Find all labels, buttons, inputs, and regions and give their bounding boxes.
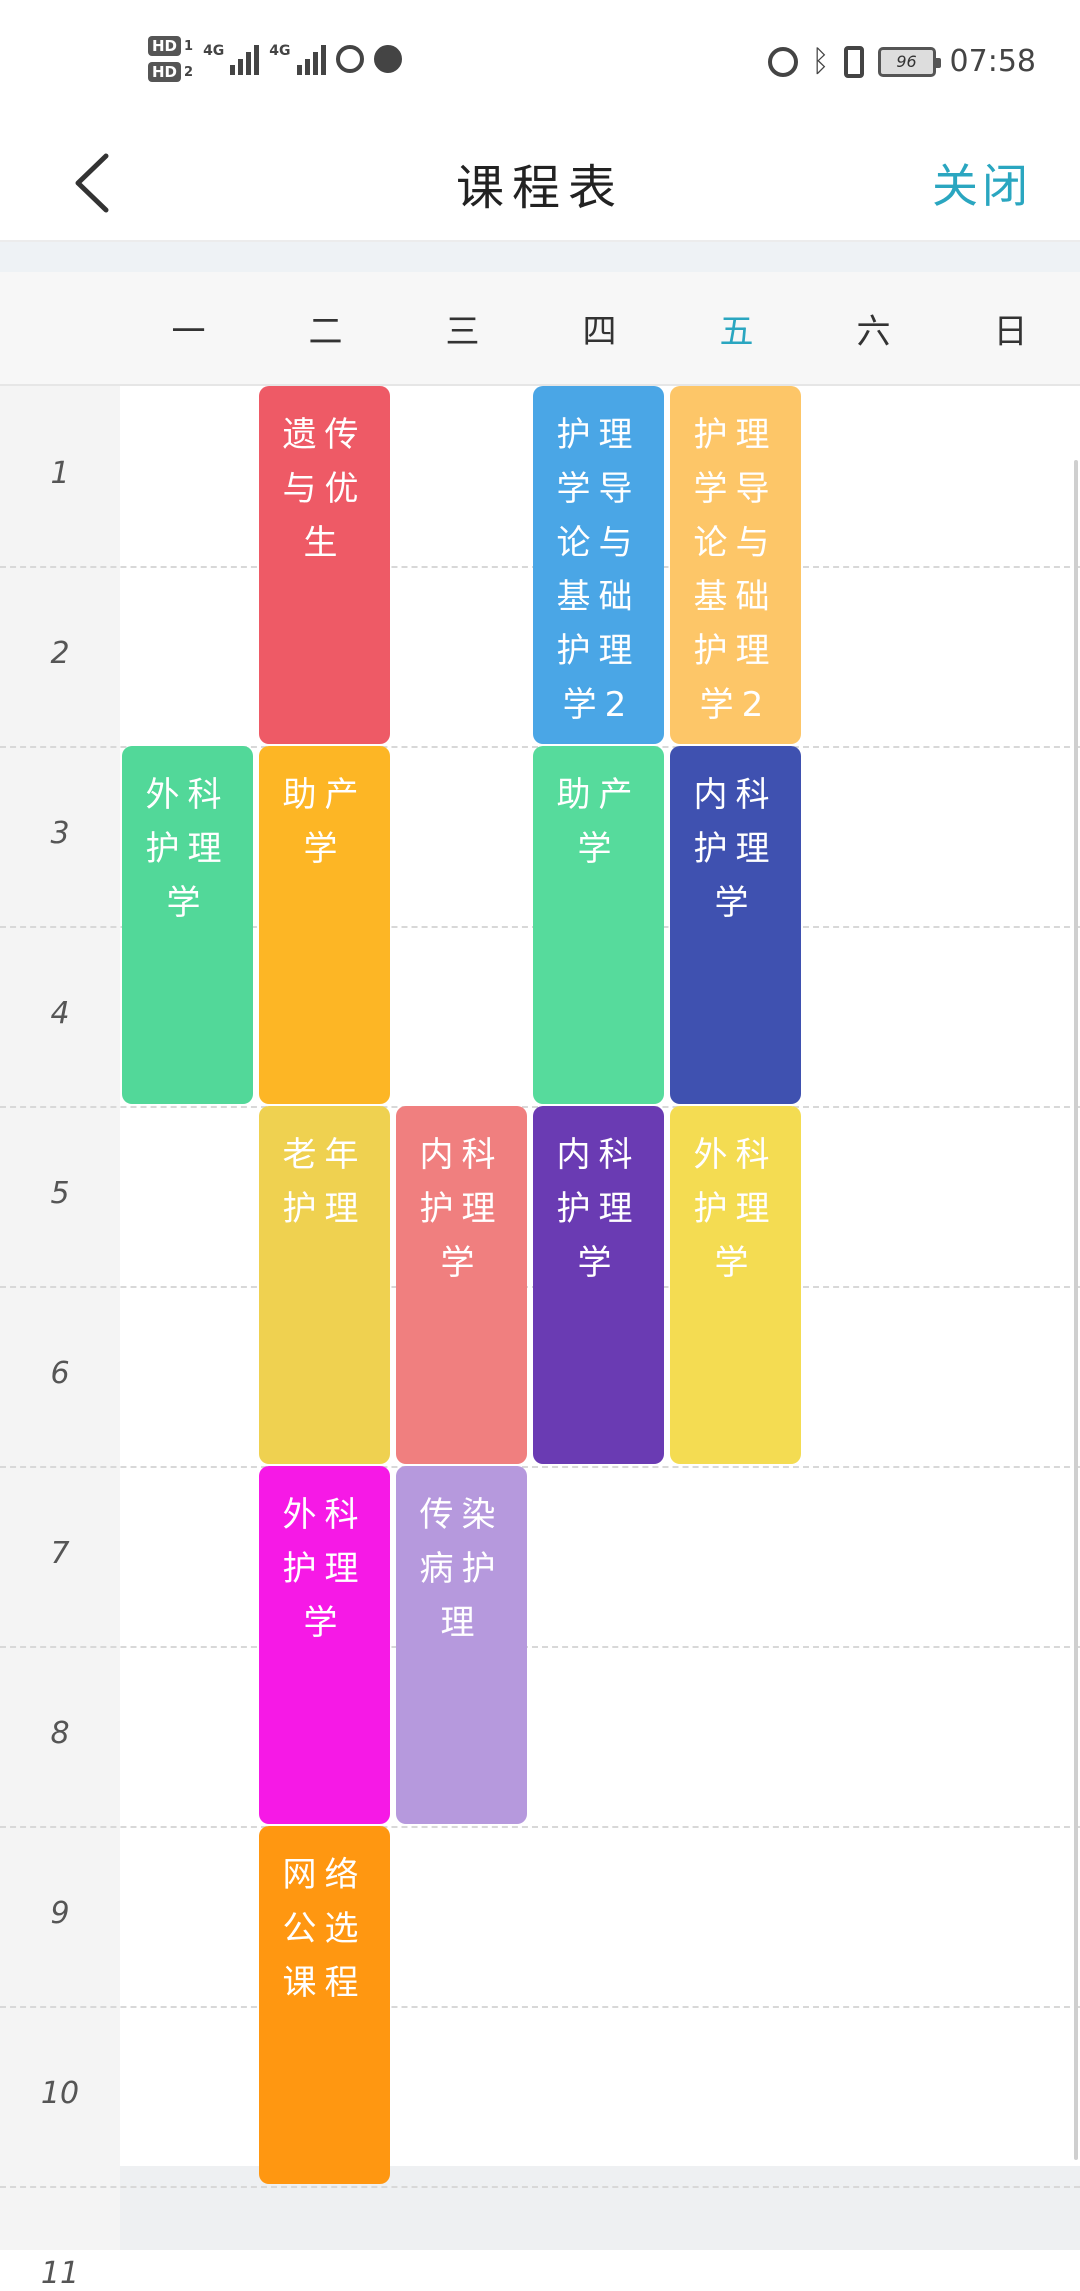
signal-icon: 4G [203,43,260,75]
course-name: 老年护理 [282,1135,367,1229]
course-name: 助产学 [282,775,367,869]
period-number: 2 [50,636,70,671]
course-name: 外科护理学 [693,1135,778,1283]
vibrate-icon [843,45,864,78]
status-time: 07:58 [949,44,1036,79]
grid-line [0,1646,1080,1648]
period-number: 8 [50,1716,70,1751]
course-block[interactable]: 外科护理学 [122,746,253,1104]
period-number: 3 [50,816,70,851]
hd2-badge: HD [148,62,182,82]
signal-icon-2: 4G [269,43,326,75]
battery-icon: 96 [877,46,941,77]
weekday-5: 五 [719,312,754,352]
weekday-header: 一二三四五六日 [0,272,1080,386]
page-title: 课程表 [455,160,624,216]
course-name: 遗传与优生 [282,415,367,563]
weekday-4: 四 [582,312,617,352]
period-number: 7 [50,1536,70,1571]
grid-line [0,2006,1080,2008]
hd1-indicator: HD 1 [148,36,193,56]
status-bar: HD 1 HD 2 4G 4G ᛒ 96 07:58 [0,0,1080,130]
course-name: 护理学导论与基础护理学2 [693,415,778,725]
hd1-number: 1 [184,38,194,54]
course-name: 外科护理学 [282,1495,367,1643]
grid-line [0,1466,1080,1468]
course-name: 网络公选课程 [282,1855,367,2003]
weekday-1: 一 [171,312,206,352]
header-divider-band [0,242,1080,272]
course-block[interactable]: 内科护理学 [533,1106,664,1464]
bluetooth-icon: ᛒ [811,43,830,79]
course-name: 外科护理学 [145,775,230,923]
netease-icon [335,45,364,73]
course-block[interactable]: 网络公选课程 [259,1826,390,2184]
period-number: 10 [40,2076,80,2111]
course-block[interactable]: 助产学 [533,746,664,1104]
grid-line [0,1826,1080,1828]
course-name: 内科护理学 [693,775,778,923]
period-number: 9 [50,1896,70,1931]
course-block[interactable]: 外科护理学 [670,1106,801,1464]
weekday-6: 六 [856,312,891,352]
course-block[interactable]: 传染病护理 [396,1466,527,1824]
hd1-badge: HD [148,36,182,56]
course-block[interactable]: 助产学 [259,746,390,1104]
course-block[interactable]: 老年护理 [259,1106,390,1464]
app-header: 课程表 关闭 [0,130,1080,242]
app-notification-icon [373,45,402,73]
alarm-icon [767,46,798,77]
close-button[interactable]: 关闭 [932,150,1032,216]
period-number: 1 [50,456,70,491]
hd2-indicator: HD 2 [148,62,193,82]
course-block[interactable]: 外科护理学 [259,1466,390,1824]
course-name: 传染病护理 [419,1495,504,1643]
course-block[interactable]: 内科护理学 [396,1106,527,1464]
course-block[interactable]: 护理学导论与基础护理学2 [533,386,664,744]
period-number: 5 [50,1176,70,1211]
grid-line [0,2186,1080,2188]
course-block[interactable]: 内科护理学 [670,746,801,1104]
course-name: 内科护理学 [419,1135,504,1283]
period-number: 4 [50,996,70,1031]
course-block[interactable]: 遗传与优生 [259,386,390,744]
hd-indicators: HD 1 HD 2 [148,36,193,82]
status-left: HD 1 HD 2 4G 4G [148,36,402,82]
course-name: 助产学 [556,775,641,869]
weekday-7: 日 [993,312,1028,352]
weekday-2: 二 [308,312,343,352]
period-number: 6 [50,1356,70,1391]
period-number: 11 [40,2256,80,2291]
course-block[interactable]: 护理学导论与基础护理学2 [670,386,801,744]
course-name: 护理学导论与基础护理学2 [556,415,641,725]
sim2-network-type: 4G [269,43,291,59]
scrollbar[interactable] [1074,460,1078,2160]
weekday-3: 三 [445,312,480,352]
battery-level: 96 [896,52,917,71]
status-right: ᛒ 96 07:58 [767,43,1036,79]
course-name: 内科护理学 [556,1135,641,1283]
sim1-network-type: 4G [203,43,225,59]
hd2-number: 2 [184,64,194,80]
